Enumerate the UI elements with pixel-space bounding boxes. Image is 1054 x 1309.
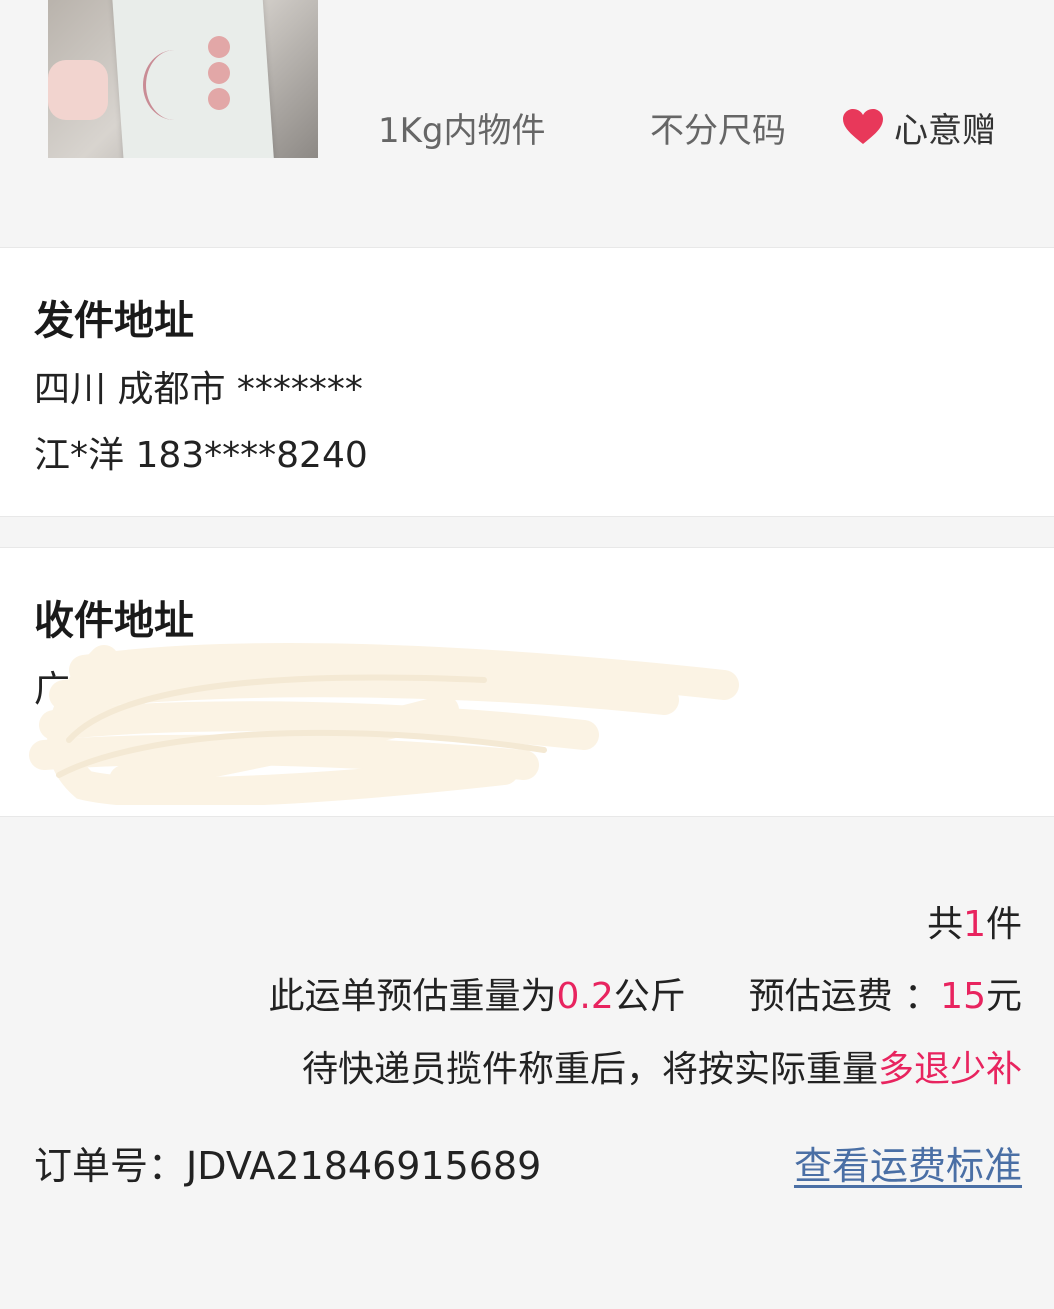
fee-estimate-unit: 元	[985, 976, 1022, 1017]
weight-estimate-text: 此运单预估重量为	[268, 976, 557, 1017]
receiver-title: 收件地址	[34, 598, 194, 644]
fee-standard-link[interactable]: 查看运费标准	[794, 1135, 1022, 1190]
fee-estimate-text: 预估运费 ：	[748, 976, 941, 1017]
receiver-section: 收件地址 广东	[0, 547, 1054, 817]
order-number: JDVA21846915689	[186, 1144, 542, 1188]
sender-contact: 江*洋 183****8240	[34, 435, 368, 476]
thumbnail-figure-curve	[143, 50, 206, 120]
size-label: 不分尺码	[650, 111, 786, 151]
refund-highlight: 多退少补	[877, 1049, 1022, 1090]
product-row: 1Kg内物件 不分尺码 心意赠	[0, 0, 1054, 248]
sender-title: 发件地址	[34, 298, 194, 344]
thumbnail-dot	[208, 36, 230, 58]
weight-estimate-unit: 公斤	[613, 976, 686, 1017]
product-thumbnail[interactable]	[48, 0, 318, 158]
gift-label: 心意赠	[894, 111, 996, 151]
fee-estimate-value: 15	[940, 976, 986, 1017]
order-number-label: 订单号：	[34, 1144, 187, 1188]
estimate-line: 此运单预估重量为0.2公斤 预估运费 ：15元	[269, 967, 1022, 1019]
thumbnail-wrap-shape	[48, 60, 108, 120]
thumbnail-dot	[208, 62, 230, 84]
sender-address: 四川 成都市 *******	[34, 369, 363, 410]
weight-label: 1Kg内物件	[378, 111, 546, 151]
sender-section: 发件地址 四川 成都市 ******* 江*洋 183****8240	[0, 247, 1054, 517]
weighing-note: 待快递员揽件称重后，将按实际重量多退少补	[301, 1049, 1022, 1090]
item-count: 共1件	[927, 904, 1022, 945]
weight-estimate-value: 0.2	[556, 976, 614, 1017]
thumbnail-dot	[208, 88, 230, 110]
redaction-scribble	[29, 643, 739, 805]
order-number-row: 订单号：JDVA21846915689	[34, 1135, 541, 1190]
heart-icon	[843, 109, 883, 144]
